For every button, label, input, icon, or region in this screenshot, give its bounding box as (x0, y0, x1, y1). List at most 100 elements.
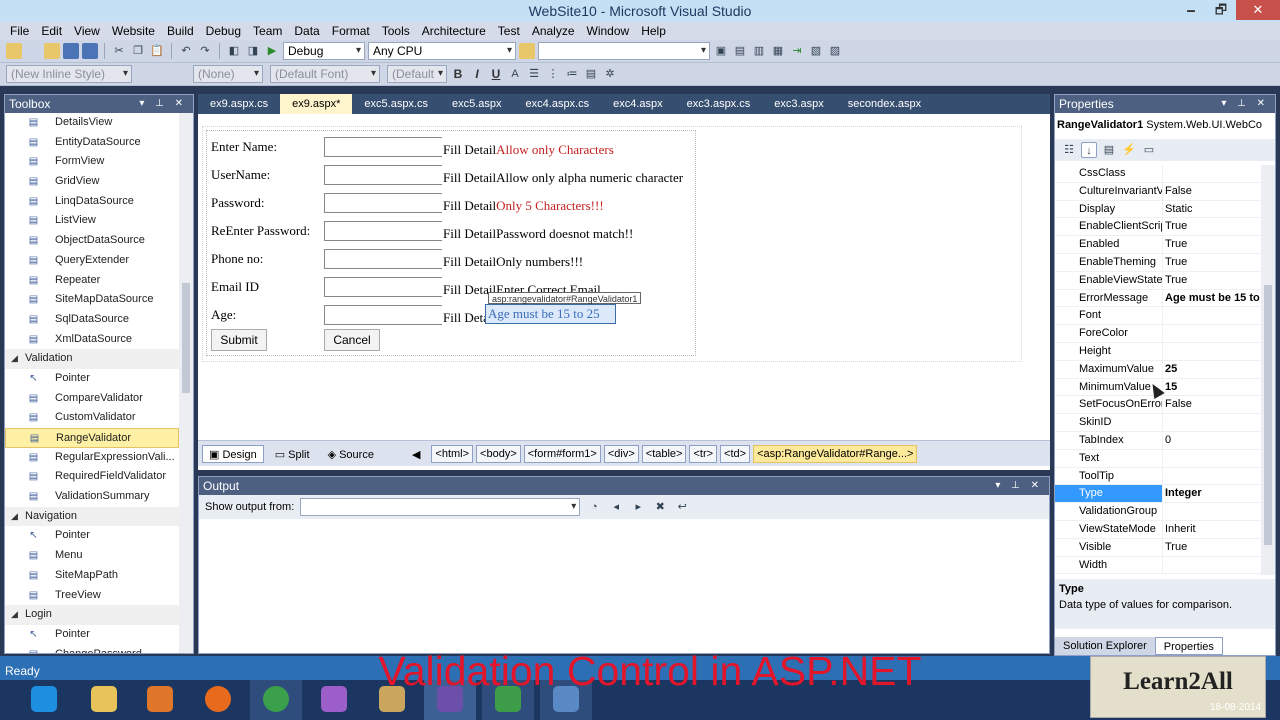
property-value[interactable] (1163, 414, 1261, 431)
menu-format[interactable]: Format (326, 22, 376, 40)
property-row[interactable]: Height (1055, 342, 1261, 361)
tag-crumb[interactable]: <body> (476, 444, 521, 463)
validator-messages[interactable]: Fill DetailAllow only alpha numeric char… (443, 170, 683, 186)
property-value[interactable] (1163, 165, 1261, 182)
font-size-select[interactable]: (Default (387, 65, 447, 83)
toolbox-item[interactable]: ▤ QueryExtender (5, 251, 179, 271)
property-row[interactable]: ValidationGroup (1055, 503, 1261, 521)
menu-edit[interactable]: Edit (35, 22, 68, 40)
property-value[interactable]: Inherit (1163, 521, 1261, 538)
menu-file[interactable]: File (4, 22, 35, 40)
toolbox-item[interactable]: ▤ TreeView (5, 586, 179, 606)
pin-icon[interactable]: ▾ ⊥ ✕ (995, 477, 1043, 495)
property-row[interactable]: ErrorMessage Age must be 15 to (1055, 289, 1261, 308)
property-value[interactable]: Static (1163, 201, 1261, 218)
property-row[interactable]: Visible True (1055, 538, 1261, 557)
toolbox-item[interactable]: ↖ Pointer (5, 625, 179, 645)
redo-icon[interactable]: ↷ (197, 43, 213, 59)
cut-icon[interactable]: ✂ (111, 43, 127, 59)
property-row[interactable]: SkinID (1055, 414, 1261, 432)
bold-button[interactable]: B (450, 67, 466, 81)
property-row[interactable]: EnableClientScrip True (1055, 218, 1261, 237)
toolbox-item[interactable]: ▤ XmlDataSource (5, 330, 179, 350)
numbered-list-icon[interactable]: ⋮ (545, 66, 561, 82)
solution-platform-select[interactable]: Any CPU (368, 42, 516, 60)
toolbox-item[interactable]: ▤ FormView (5, 152, 179, 172)
crumb-scroll-left[interactable]: ◀ (405, 445, 427, 463)
property-value[interactable] (1163, 343, 1261, 360)
bulleted-list-icon[interactable]: ≔ (564, 66, 580, 82)
copy-icon[interactable]: ❐ (130, 43, 146, 59)
toolbox-item[interactable]: ▤ ValidationSummary (5, 487, 179, 507)
find-combo[interactable] (538, 42, 710, 60)
range-validator-selected[interactable]: Age must be 15 to 25 (485, 304, 616, 324)
minimize-button[interactable]: 🗕 (1176, 0, 1206, 20)
property-value[interactable]: True (1163, 218, 1261, 235)
underline-button[interactable]: U (488, 67, 504, 81)
toolbox-icon[interactable]: ▦ (770, 43, 786, 59)
property-value[interactable]: Age must be 15 to (1163, 290, 1261, 307)
property-value[interactable]: 25 (1163, 361, 1261, 378)
toolbox-item[interactable]: ▤ SiteMapDataSource (5, 290, 179, 310)
format-icon[interactable]: ▤ (583, 66, 599, 82)
open-file-icon[interactable] (44, 43, 60, 59)
goto-next-message-icon[interactable]: ▸ (630, 499, 646, 515)
command-window-icon[interactable]: ▨ (827, 43, 843, 59)
collapse-icon[interactable]: ◢ (11, 507, 18, 527)
property-row[interactable]: CultureInvariantV False (1055, 182, 1261, 201)
toolbox-item[interactable]: ▤ RangeValidator (5, 428, 179, 448)
tag-crumb[interactable]: <td> (720, 444, 751, 463)
ie-taskbar-button[interactable] (18, 680, 70, 720)
property-value[interactable]: True (1163, 272, 1261, 289)
property-row[interactable]: SetFocusOnError False (1055, 396, 1261, 415)
style-select[interactable]: (New Inline Style) (6, 65, 132, 83)
collapse-icon[interactable]: ◢ (11, 605, 18, 625)
property-row[interactable]: Text (1055, 449, 1261, 468)
toolbox-item[interactable]: ▤ CompareValidator (5, 389, 179, 409)
document-tab[interactable]: exc5.aspx (440, 94, 514, 114)
toolbox-item[interactable]: ▤ GridView (5, 172, 179, 192)
pin-icon[interactable]: ▾ ⊥ ✕ (139, 95, 187, 113)
tag-crumb[interactable]: <table> (641, 444, 687, 463)
property-value[interactable]: 15 (1163, 379, 1261, 396)
paste-icon[interactable]: 📋 (149, 43, 165, 59)
property-row[interactable]: Type Integer (1055, 485, 1261, 504)
toolbox-item[interactable]: ▤ Menu (5, 546, 179, 566)
media-taskbar-button[interactable] (134, 680, 186, 720)
menu-build[interactable]: Build (161, 22, 200, 40)
toolbox-item[interactable]: ▤ EntityDataSource (5, 133, 179, 153)
menu-website[interactable]: Website (106, 22, 161, 40)
property-row[interactable]: Font (1055, 307, 1261, 326)
explorer-taskbar-button[interactable] (78, 680, 130, 720)
menu-data[interactable]: Data (288, 22, 325, 40)
alphabetical-icon[interactable]: ↓ (1081, 142, 1097, 158)
tag-crumb[interactable]: <form#form1> (523, 444, 601, 463)
form-textbox[interactable] (324, 277, 442, 297)
tag-crumb[interactable]: <asp:RangeValidator#Range...> (753, 444, 918, 463)
property-row[interactable]: MaximumValue 25 (1055, 360, 1261, 379)
form-textbox[interactable] (324, 193, 442, 213)
toolbox-scrollbar[interactable] (179, 113, 193, 653)
menu-view[interactable]: View (68, 22, 106, 40)
design-view-button[interactable]: ▣ Design (202, 444, 264, 463)
property-value[interactable] (1163, 307, 1261, 324)
tag-crumb[interactable]: <tr> (689, 444, 718, 463)
properties-window-icon[interactable]: ▤ (732, 43, 748, 59)
menu-team[interactable]: Team (247, 22, 288, 40)
form-textbox[interactable] (324, 165, 442, 185)
maximize-button[interactable]: 🗗 (1206, 0, 1236, 20)
find-message-icon[interactable]: ◔ (586, 499, 602, 515)
property-value[interactable] (1163, 503, 1261, 520)
property-value[interactable]: 0 (1163, 432, 1261, 449)
toolbox-item[interactable]: ↖ Pointer (5, 369, 179, 389)
properties-icon[interactable]: ▤ (1101, 142, 1117, 158)
menu-debug[interactable]: Debug (200, 22, 247, 40)
chrome-taskbar-button[interactable] (250, 680, 302, 720)
document-tab[interactable]: ex9.aspx* (280, 94, 353, 114)
toolbox-item[interactable]: ▤ LinqDataSource (5, 192, 179, 212)
menu-help[interactable]: Help (635, 22, 672, 40)
property-value[interactable]: False (1163, 396, 1261, 413)
toolbox-item[interactable]: ▤ Repeater (5, 271, 179, 291)
property-pages-icon[interactable]: ▭ (1141, 142, 1157, 158)
form-textbox[interactable] (324, 221, 442, 241)
